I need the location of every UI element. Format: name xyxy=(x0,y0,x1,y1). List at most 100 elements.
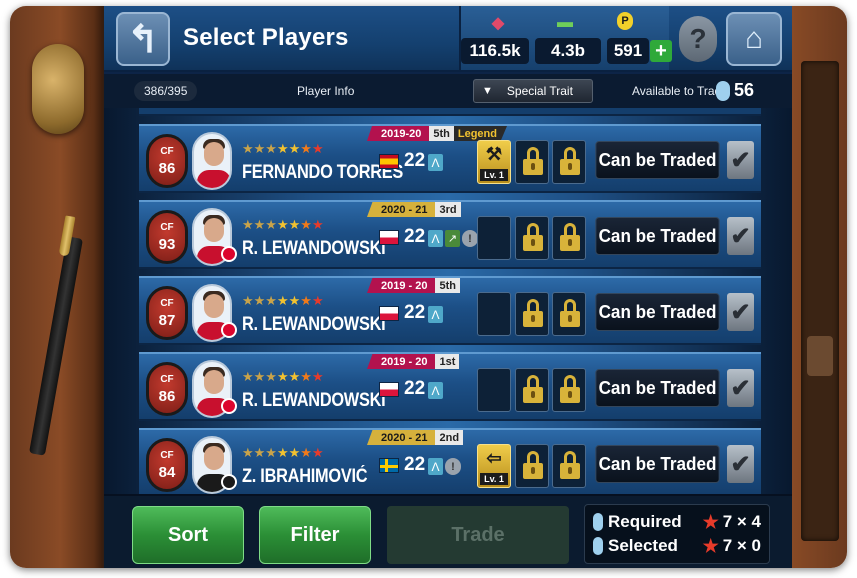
player-level: 22 xyxy=(404,378,426,399)
season-year: 2019 - 20 xyxy=(367,278,436,293)
player-row[interactable]: CF 86 ★★★★★★★ FERNANDO TORRES 2019-20 5t… xyxy=(139,124,761,193)
info-icon[interactable]: ! xyxy=(462,230,478,247)
position-label: CF xyxy=(160,145,174,157)
special-trait-label: Special Trait xyxy=(506,84,573,98)
position-label: CF xyxy=(160,373,174,385)
season-year: 2020 - 21 xyxy=(367,430,436,445)
required-label: Required xyxy=(608,512,682,531)
available-to-trade-count: 56 xyxy=(734,80,755,100)
can-be-traded-button[interactable]: Can be Traded xyxy=(595,217,720,255)
player-row[interactable]: CF 84 ★★★★★★★ Z. IBRAHIMOVIĆ 2020 - 21 2… xyxy=(139,428,761,494)
rarity-stars: ★★★★★★★ xyxy=(242,217,324,232)
club-crest-icon xyxy=(221,322,237,338)
player-name: R. LEWANDOWSKI xyxy=(242,390,386,411)
home-button[interactable]: ⌂ xyxy=(726,12,782,66)
checkmark-icon: ✔ xyxy=(730,298,751,326)
player-name: R. LEWANDOWSKI xyxy=(242,314,386,335)
selected-label: Selected xyxy=(608,536,678,555)
list-header: 386/395 Player Info ▼ Special Trait Avai… xyxy=(104,74,792,108)
player-level: 22 xyxy=(404,226,426,247)
sort-button[interactable]: Sort xyxy=(132,506,244,564)
rarity-stars: ★★★★★★★ xyxy=(242,369,324,384)
star-icon: ★ xyxy=(702,511,719,532)
player-level: 22 xyxy=(404,150,426,171)
back-arrow-icon: ↰ xyxy=(127,18,159,61)
gp-icon: ◆ xyxy=(491,15,505,32)
checkmark-icon: ✔ xyxy=(730,374,751,402)
position-label: CF xyxy=(160,449,174,461)
rarity-stars: ★★★★★★★ xyxy=(242,293,324,308)
resources-panel: ◆ 116.5k ▬ 4.3b P 591 xyxy=(459,6,669,70)
lock-icon xyxy=(523,299,543,329)
lock-icon xyxy=(560,147,580,177)
checkmark-icon: ✔ xyxy=(730,146,751,174)
can-be-traded-button[interactable]: Can be Traded xyxy=(595,369,720,407)
info-icon[interactable]: ! xyxy=(445,458,461,475)
locked-slot xyxy=(552,216,586,260)
top-bar: ↰ Select Players ◆ 116.5k ▬ 4.3b P 591 +… xyxy=(104,6,792,72)
legend-badge: Legend xyxy=(453,126,507,141)
player-name: R. LEWANDOWSKI xyxy=(242,238,386,259)
player-row[interactable]: CF 86 ★★★★★★★ R. LEWANDOWSKI 2019 - 20 1… xyxy=(139,352,761,421)
player-row[interactable]: CF 93 ★★★★★★★ R. LEWANDOWSKI 2020 - 21 3… xyxy=(139,200,761,269)
filter-button[interactable]: Filter xyxy=(259,506,371,564)
player-level: 22 xyxy=(404,454,426,475)
sweden-flag-icon xyxy=(379,458,399,473)
season-tag: 2020 - 21 2nd xyxy=(367,430,464,445)
available-to-trade-label: Available to Trade xyxy=(632,84,728,98)
position-badge: CF 84 xyxy=(146,438,188,492)
season-tag: 2020 - 21 3rd xyxy=(367,202,461,217)
add-coins-button[interactable]: + xyxy=(650,40,672,62)
club-crest-icon xyxy=(221,398,237,414)
season-year: 2020 - 21 xyxy=(367,202,436,217)
bottom-bar: Sort Filter Trade Required ★ 7 × 4 Selec… xyxy=(104,494,792,568)
trait-icon: ⇦ xyxy=(486,448,502,468)
gp-value: 116.5k xyxy=(461,38,529,64)
poland-flag-icon xyxy=(379,230,399,245)
player-name: Z. IBRAHIMOVIĆ xyxy=(242,466,368,487)
selected-count: 7 × 0 xyxy=(722,536,761,555)
empty-skill-slot[interactable] xyxy=(477,216,511,260)
empty-skill-slot[interactable] xyxy=(477,292,511,336)
question-icon: ? xyxy=(689,23,707,54)
locked-slot xyxy=(515,216,549,260)
select-checkbox[interactable]: ✔ xyxy=(727,217,754,255)
select-checkbox[interactable]: ✔ xyxy=(727,369,754,407)
skill-slot[interactable]: ⇦ Lv. 1 xyxy=(477,444,511,488)
trait-icon: ⚒ xyxy=(485,144,503,164)
back-button[interactable]: ↰ xyxy=(116,12,170,66)
poland-flag-icon xyxy=(379,306,399,321)
can-be-traded-button[interactable]: Can be Traded xyxy=(595,445,720,483)
select-checkbox[interactable]: ✔ xyxy=(727,445,754,483)
locked-slot xyxy=(515,368,549,412)
upgrade-icon: Λ xyxy=(428,230,443,247)
locked-slot xyxy=(515,140,549,184)
partial-list-item xyxy=(139,108,761,116)
season-rank: 3rd xyxy=(435,202,461,217)
lock-icon xyxy=(560,299,580,329)
upgrade-icon: Λ xyxy=(428,154,443,171)
can-be-traded-button[interactable]: Can be Traded xyxy=(595,141,720,179)
player-row[interactable]: CF 87 ★★★★★★★ R. LEWANDOWSKI 2019 - 20 5… xyxy=(139,276,761,345)
locked-slot xyxy=(515,292,549,336)
select-checkbox[interactable]: ✔ xyxy=(727,293,754,331)
notebook-strap-decoration xyxy=(807,336,833,376)
overall-rating: 87 xyxy=(158,311,176,329)
special-trait-dropdown[interactable]: ▼ Special Trait xyxy=(473,79,593,103)
season-year: 2019-20 xyxy=(367,126,430,141)
help-button[interactable]: ? xyxy=(679,16,717,62)
skill-slot[interactable]: ⚒ Lv. 1 xyxy=(477,140,511,184)
player-avatar xyxy=(192,132,232,190)
trade-token-icon xyxy=(716,81,730,101)
select-checkbox[interactable]: ✔ xyxy=(727,141,754,179)
lock-icon xyxy=(523,223,543,253)
requirement-panel: Required ★ 7 × 4 Selected ★ 7 × 0 xyxy=(584,504,770,564)
player-list[interactable]: CF 86 ★★★★★★★ FERNANDO TORRES 2019-20 5t… xyxy=(104,108,792,494)
required-value: ★ 7 × 4 xyxy=(703,511,761,533)
can-be-traded-button[interactable]: Can be Traded xyxy=(595,293,720,331)
overall-rating: 84 xyxy=(158,463,176,481)
locked-slot xyxy=(552,140,586,184)
trade-button[interactable]: Trade xyxy=(387,506,569,564)
empty-skill-slot[interactable] xyxy=(477,368,511,412)
trade-token-icon xyxy=(593,513,603,531)
